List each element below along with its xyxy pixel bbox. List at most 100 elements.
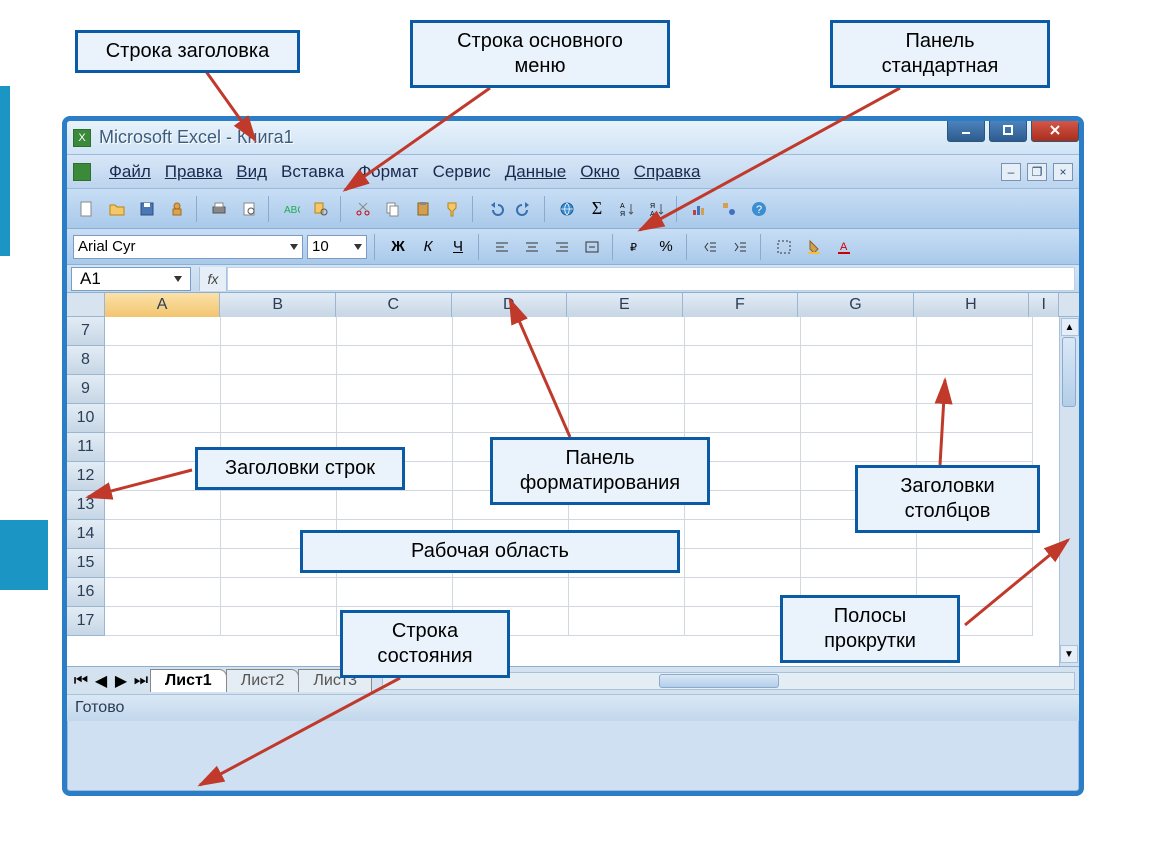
chart-wizard-icon[interactable] xyxy=(685,195,713,223)
column-header-f[interactable]: F xyxy=(683,293,799,317)
sort-asc-icon[interactable]: АЯ xyxy=(613,195,641,223)
borders-icon[interactable] xyxy=(771,235,797,259)
vertical-scrollbar[interactable]: ▲ ▼ xyxy=(1059,317,1079,666)
row-header[interactable]: 15 xyxy=(67,549,105,578)
sheet-nav-prev-icon[interactable]: ◀ xyxy=(91,671,111,691)
scroll-thumb[interactable] xyxy=(1062,337,1076,407)
row-header[interactable]: 13 xyxy=(67,491,105,520)
permissions-icon[interactable] xyxy=(163,195,191,223)
column-header-i[interactable]: I xyxy=(1029,293,1059,317)
column-header-a[interactable]: A xyxy=(105,293,221,317)
minimize-button[interactable] xyxy=(947,118,985,142)
formula-bar[interactable] xyxy=(227,267,1075,291)
new-icon[interactable] xyxy=(73,195,101,223)
menu-edit[interactable]: Правка xyxy=(165,162,222,182)
row-header[interactable]: 10 xyxy=(67,404,105,433)
chevron-down-icon xyxy=(354,244,362,250)
sheet-tab-1[interactable]: Лист1 xyxy=(150,669,227,692)
increase-indent-icon[interactable] xyxy=(727,235,753,259)
column-header-d[interactable]: D xyxy=(452,293,568,317)
font-color-icon[interactable]: А xyxy=(831,235,857,259)
underline-button[interactable]: Ч xyxy=(445,235,471,259)
redo-icon[interactable] xyxy=(511,195,539,223)
name-box[interactable]: A1 xyxy=(71,267,191,291)
research-icon[interactable] xyxy=(307,195,335,223)
menu-format[interactable]: Формат xyxy=(358,162,418,182)
close-button[interactable] xyxy=(1031,118,1079,142)
callout-row-headers: Заголовки строк xyxy=(195,447,405,490)
format-painter-icon[interactable] xyxy=(439,195,467,223)
open-icon[interactable] xyxy=(103,195,131,223)
decrease-indent-icon[interactable] xyxy=(697,235,723,259)
svg-text:Я: Я xyxy=(620,211,625,218)
column-header-b[interactable]: B xyxy=(220,293,336,317)
align-right-icon[interactable] xyxy=(549,235,575,259)
column-header-c[interactable]: C xyxy=(336,293,452,317)
percent-icon[interactable]: % xyxy=(653,235,679,259)
help-icon[interactable]: ? xyxy=(745,195,773,223)
cut-icon[interactable] xyxy=(349,195,377,223)
undo-icon[interactable] xyxy=(481,195,509,223)
doc-close-button[interactable]: × xyxy=(1053,163,1073,181)
menu-insert[interactable]: Вставка xyxy=(281,162,344,182)
currency-icon[interactable]: ₽ xyxy=(623,235,649,259)
hyperlink-icon[interactable] xyxy=(553,195,581,223)
sheet-nav-next-icon[interactable]: ▶ xyxy=(111,671,131,691)
italic-button[interactable]: К xyxy=(415,235,441,259)
spelling-icon[interactable]: ABC xyxy=(277,195,305,223)
autosum-icon[interactable]: Σ xyxy=(583,195,611,223)
row-header[interactable]: 14 xyxy=(67,520,105,549)
drawing-icon[interactable] xyxy=(715,195,743,223)
font-size-combo[interactable]: 10 xyxy=(307,235,367,259)
menu-file[interactable]: Файл xyxy=(109,162,151,182)
callout-work-area: Рабочая область xyxy=(300,530,680,573)
save-icon[interactable] xyxy=(133,195,161,223)
row-header[interactable]: 16 xyxy=(67,578,105,607)
column-header-g[interactable]: G xyxy=(798,293,914,317)
merge-cells-icon[interactable] xyxy=(579,235,605,259)
menu-help[interactable]: Справка xyxy=(634,162,701,182)
align-left-icon[interactable] xyxy=(489,235,515,259)
sheet-nav-last-icon[interactable]: ⏭ xyxy=(131,671,151,691)
callout-col-headers: Заголовки столбцов xyxy=(855,465,1040,533)
sheet-nav-first-icon[interactable]: ⏮ xyxy=(71,671,91,691)
callout-scrollbars: Полосы прокрутки xyxy=(780,595,960,663)
bold-button[interactable]: Ж xyxy=(385,235,411,259)
menu-window[interactable]: Окно xyxy=(580,162,620,182)
maximize-button[interactable] xyxy=(989,118,1027,142)
menu-service[interactable]: Сервис xyxy=(433,162,491,182)
select-all-corner[interactable] xyxy=(67,293,105,317)
column-header-e[interactable]: E xyxy=(567,293,683,317)
scroll-up-icon[interactable]: ▲ xyxy=(1061,318,1079,336)
row-header[interactable]: 7 xyxy=(67,317,105,346)
row-header[interactable]: 8 xyxy=(67,346,105,375)
svg-text:Я: Я xyxy=(650,203,655,210)
menu-data[interactable]: Данные xyxy=(505,162,566,182)
sheet-tab-2[interactable]: Лист2 xyxy=(226,669,300,692)
row-header[interactable]: 12 xyxy=(67,462,105,491)
font-combo[interactable]: Arial Cyr xyxy=(73,235,303,259)
cell[interactable] xyxy=(105,317,221,346)
doc-minimize-button[interactable]: – xyxy=(1001,163,1021,181)
row-header[interactable]: 17 xyxy=(67,607,105,636)
scroll-thumb-h[interactable] xyxy=(659,674,779,688)
preview-icon[interactable] xyxy=(235,195,263,223)
row-header[interactable]: 11 xyxy=(67,433,105,462)
fill-color-icon[interactable] xyxy=(801,235,827,259)
paste-icon[interactable] xyxy=(409,195,437,223)
align-center-icon[interactable] xyxy=(519,235,545,259)
svg-text:А: А xyxy=(840,241,848,253)
sort-desc-icon[interactable]: ЯА xyxy=(643,195,671,223)
column-header-h[interactable]: H xyxy=(914,293,1030,317)
doc-restore-button[interactable]: ❐ xyxy=(1027,163,1047,181)
menu-view[interactable]: Вид xyxy=(236,162,267,182)
svg-text:А: А xyxy=(620,203,625,210)
row-header[interactable]: 9 xyxy=(67,375,105,404)
print-icon[interactable] xyxy=(205,195,233,223)
callout-status-row: Строка состояния xyxy=(340,610,510,678)
insert-function-button[interactable]: fx xyxy=(199,267,227,291)
scroll-down-icon[interactable]: ▼ xyxy=(1060,645,1078,663)
name-formula-bar: A1 fx xyxy=(67,265,1079,293)
copy-icon[interactable] xyxy=(379,195,407,223)
callout-title-row: Строка заголовка xyxy=(75,30,300,73)
